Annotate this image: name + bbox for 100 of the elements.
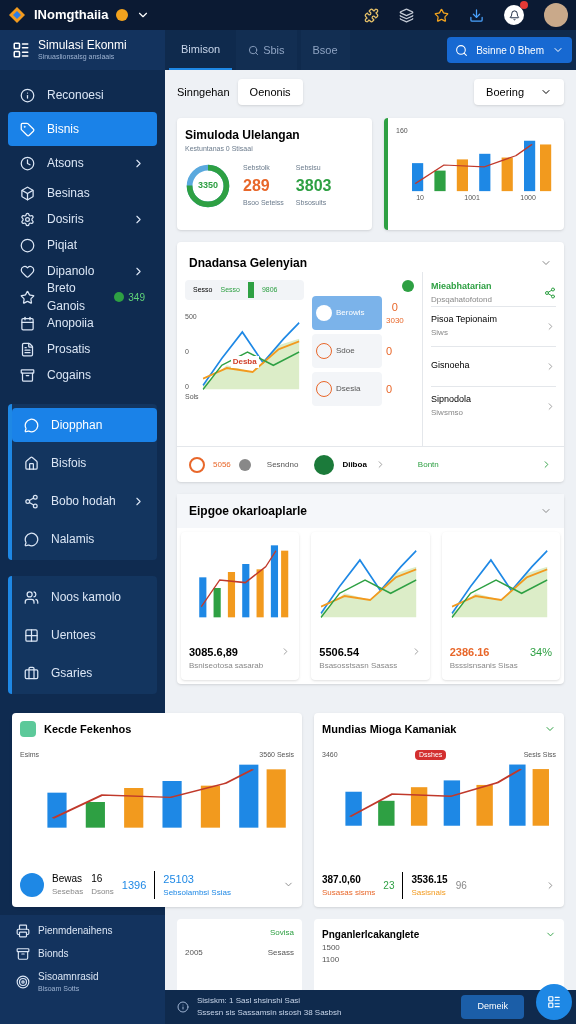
summary-sub: Dsons bbox=[91, 886, 114, 899]
network-icon bbox=[544, 286, 556, 299]
chart-bar bbox=[239, 764, 259, 828]
item-icon bbox=[16, 974, 30, 989]
chart-bar bbox=[412, 162, 424, 191]
sidebar-item[interactable]: Bionds bbox=[16, 946, 149, 961]
chart-bar bbox=[378, 800, 395, 826]
status-button[interactable]: Demeik bbox=[461, 995, 524, 1020]
sidebar-item[interactable]: Bobo hodah bbox=[12, 484, 157, 518]
filter-chip[interactable]: Oenonis bbox=[237, 79, 303, 105]
summary-name: Bewas bbox=[52, 872, 83, 887]
item-icon bbox=[20, 155, 35, 171]
chart-bar bbox=[524, 140, 536, 191]
chart-bar bbox=[85, 802, 105, 828]
chart-bar bbox=[456, 158, 468, 191]
footer-link[interactable]: Bontn bbox=[417, 458, 533, 471]
item-icon bbox=[20, 237, 35, 253]
sidebar-item[interactable]: Atsons bbox=[8, 146, 157, 180]
search-tab[interactable]: Sbis bbox=[236, 30, 297, 70]
chart-bar bbox=[532, 769, 549, 826]
footer-value: 5056 bbox=[213, 458, 231, 471]
section-title: Eipgoe okarloaplarle bbox=[189, 503, 309, 520]
search-icon bbox=[248, 44, 260, 56]
chart-bar bbox=[162, 781, 182, 828]
sidebar-item[interactable]: Besinas bbox=[8, 180, 157, 206]
sidebar-item[interactable]: Bisfois bbox=[12, 446, 157, 480]
item-icon bbox=[24, 627, 39, 643]
list-item[interactable]: Sipnodola Siwsmso bbox=[431, 385, 556, 426]
item-icon bbox=[20, 263, 35, 279]
sidebar-item[interactable]: Nalamis bbox=[12, 522, 157, 556]
app-title: INomgthaiia bbox=[34, 6, 109, 25]
summary-count: 16 bbox=[91, 872, 104, 887]
list-item[interactable]: Gisnoeha bbox=[431, 345, 556, 386]
chart-bar bbox=[476, 784, 493, 826]
filter-marker bbox=[247, 282, 254, 298]
item-icon bbox=[24, 531, 39, 547]
metric-percent: 34% bbox=[529, 644, 552, 660]
axis-label: 2005 bbox=[185, 947, 203, 959]
option-value: 0 bbox=[391, 299, 398, 315]
status-text: Sssesn sis Sassamsin sisosh 38 Sasbsh bbox=[197, 1007, 343, 1020]
option-value: 0 bbox=[386, 343, 393, 359]
sidebar-item[interactable]: Cogains bbox=[8, 362, 157, 388]
item-icon bbox=[20, 289, 35, 305]
chart-bar bbox=[509, 764, 526, 826]
chart-bar bbox=[124, 788, 144, 828]
option-item[interactable]: Dsesia bbox=[312, 372, 382, 406]
summary-sub: Sebsolambsi Ssias bbox=[163, 887, 231, 899]
sidebar-item[interactable]: Pienmdenaihens bbox=[16, 923, 149, 938]
download-icon[interactable] bbox=[469, 7, 484, 23]
summary-delta: 96 bbox=[455, 879, 467, 893]
axis-label: 1500 bbox=[322, 942, 341, 954]
sidebar-item[interactable]: Prosatis bbox=[8, 336, 157, 362]
chart-bar bbox=[47, 792, 67, 828]
chart-bar bbox=[540, 143, 552, 191]
chart-bar bbox=[266, 769, 286, 828]
layers-icon[interactable] bbox=[399, 7, 414, 23]
item-icon bbox=[20, 121, 35, 137]
chart-annotation: Desba bbox=[230, 356, 259, 368]
option-item[interactable]: Sdoe bbox=[312, 334, 382, 368]
sidebar-item[interactable]: Bisnis bbox=[8, 112, 157, 146]
chart-bar bbox=[345, 791, 362, 826]
metric-value: 2386.16 bbox=[449, 644, 491, 660]
chart-bar bbox=[501, 157, 513, 191]
axis-label: 1100 bbox=[322, 954, 341, 966]
item-icon bbox=[20, 315, 35, 331]
card-title: Mundias Mioga Kamaniak bbox=[322, 722, 458, 737]
chart-bar bbox=[242, 564, 250, 618]
sidebar-item[interactable]: Reconoesi bbox=[8, 78, 157, 112]
sidebar-item[interactable]: Diopphan bbox=[12, 408, 157, 442]
star-icon[interactable] bbox=[434, 7, 449, 23]
summary-sub: Sasisnais bbox=[411, 887, 447, 899]
metric-value: 5506.54 bbox=[319, 644, 361, 660]
chart-bar bbox=[256, 569, 264, 618]
sidebar-item[interactable]: Dipanolo bbox=[8, 258, 157, 284]
axis-label: Sesass bbox=[267, 947, 294, 959]
sidebar-item[interactable]: Dosiris bbox=[8, 206, 157, 232]
item-icon bbox=[16, 946, 30, 961]
tab[interactable]: Bsoe bbox=[300, 30, 350, 70]
sidebar-item[interactable]: Breto Ganois 349 bbox=[8, 284, 157, 310]
summary-percent: 1396 bbox=[121, 877, 147, 893]
item-icon bbox=[20, 87, 35, 103]
sidebar-item[interactable]: Piqiat bbox=[8, 232, 157, 258]
sidebar-item[interactable]: Noos kamolo bbox=[12, 580, 157, 614]
toolbar-label: Sinngehan bbox=[177, 84, 230, 100]
sidebar-item[interactable]: Anopoiia bbox=[8, 310, 157, 336]
item-icon bbox=[24, 589, 39, 605]
sidebar-item[interactable]: Gsaries bbox=[12, 656, 157, 690]
card-title: Pnganlerlcakanglete bbox=[322, 928, 421, 942]
sidebar-item[interactable]: Uentoes bbox=[12, 618, 157, 652]
search-icon bbox=[455, 43, 469, 57]
panel-title: Dnadansa Gelenyian bbox=[189, 255, 309, 272]
list-header-title: Mieabhatarian bbox=[431, 280, 493, 293]
list-item[interactable]: Pisoa Tepionaim Siws bbox=[431, 305, 556, 346]
puzzle-icon[interactable] bbox=[364, 7, 379, 23]
item-icon bbox=[16, 923, 30, 938]
sidebar-title: Simulasi Ekonmi bbox=[38, 38, 127, 54]
item-icon bbox=[24, 493, 39, 509]
sort-dropdown[interactable]: Boering bbox=[474, 79, 564, 105]
status-icon bbox=[116, 9, 129, 21]
action-button[interactable]: Bsinne 0 Bhem bbox=[447, 37, 572, 63]
